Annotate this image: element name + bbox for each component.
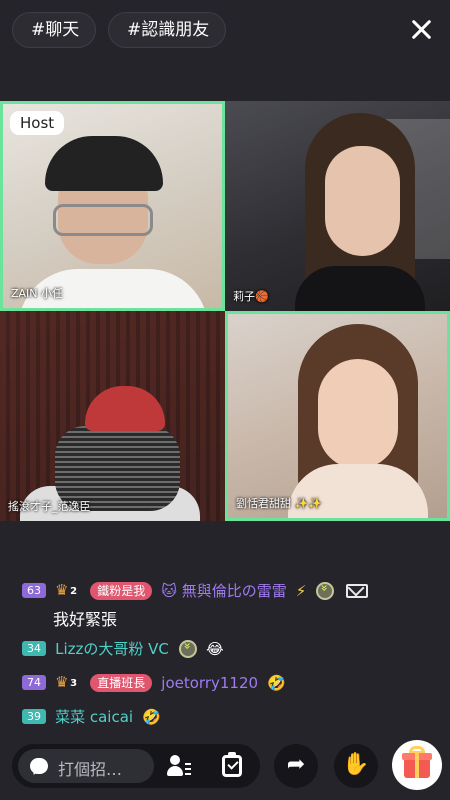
level-badge: 39 bbox=[22, 709, 46, 724]
participant-figure bbox=[295, 266, 425, 311]
video-tile[interactable]: 劉恬君甜甜 ✨✨ bbox=[225, 311, 450, 521]
tag-chat[interactable]: #聊天 bbox=[12, 12, 96, 48]
crown-icon: ♛ 3 bbox=[55, 672, 78, 691]
rofl-emoji-icon: 🤣 bbox=[142, 707, 161, 726]
input-toolbar: 打個招… bbox=[12, 744, 260, 788]
chat-input[interactable]: 打個招… bbox=[18, 749, 154, 783]
share-icon: ➦ bbox=[286, 752, 306, 777]
raise-hand-button[interactable]: ✋ bbox=[334, 744, 378, 788]
video-tile[interactable]: 搖滾才子_范逸臣 bbox=[0, 311, 225, 521]
chat-text: 我好緊張 bbox=[53, 610, 118, 629]
video-tile[interactable]: 莉子🏀 bbox=[225, 101, 450, 311]
vip-badge-icon bbox=[178, 639, 197, 658]
gift-icon bbox=[415, 753, 419, 778]
envelope-icon bbox=[345, 583, 368, 598]
bottom-bar: 打個招… ➦ ✋ bbox=[0, 740, 450, 800]
participant-name: 莉子🏀 bbox=[233, 290, 269, 303]
lightning-icon: ⚡ bbox=[295, 581, 307, 600]
video-grid: Host ZAIN 小任 莉子🏀 搖滾才子_范逸臣 劉恬君甜甜 ✨✨ bbox=[0, 101, 450, 521]
participant-name: 搖滾才子_范逸臣 bbox=[8, 500, 91, 513]
participant-figure bbox=[288, 464, 428, 518]
audience-list-icon[interactable] bbox=[167, 755, 191, 777]
fan-badge: 直播班長 bbox=[90, 673, 153, 692]
chat-username[interactable]: joetorry1120 bbox=[161, 674, 258, 692]
participant-name: ZAIN 小任 bbox=[11, 287, 64, 300]
chat-message: 39 菜菜 caicai 🤣 bbox=[22, 706, 161, 728]
chat-username[interactable]: 菜菜 caicai bbox=[55, 706, 133, 727]
host-badge: Host bbox=[10, 111, 65, 135]
participant-figure bbox=[325, 146, 400, 256]
chat-username[interactable]: 🐱 無與倫比の雷雷 bbox=[161, 580, 286, 601]
participant-figure bbox=[318, 359, 398, 469]
chat-message: 74 ♛ 3 直播班長 joetorry1120 🤣 bbox=[22, 672, 286, 694]
hand-icon: ✋ bbox=[342, 752, 370, 777]
chat-bubble-icon bbox=[30, 758, 48, 774]
level-badge: 74 bbox=[22, 675, 46, 690]
share-button[interactable]: ➦ bbox=[274, 744, 318, 788]
chat-message: 34 Lizzの大哥粉 VC 😂 bbox=[22, 638, 224, 660]
top-bar: #聊天 #認識朋友 bbox=[0, 0, 450, 60]
participant-figure bbox=[53, 204, 153, 236]
participant-figure bbox=[45, 136, 163, 191]
gift-button[interactable] bbox=[392, 740, 442, 790]
chat-input-placeholder: 打個招… bbox=[58, 760, 123, 779]
tag-make-friends[interactable]: #認識朋友 bbox=[108, 12, 226, 48]
level-badge: 34 bbox=[22, 641, 46, 656]
laugh-emoji-icon: 😂 bbox=[206, 639, 224, 658]
rofl-emoji-icon: 🤣 bbox=[267, 673, 286, 692]
fan-badge: 鐵粉是我 bbox=[90, 581, 153, 600]
level-badge: 63 bbox=[22, 583, 46, 598]
participant-name: 劉恬君甜甜 ✨✨ bbox=[236, 497, 322, 510]
video-tile-host[interactable]: Host ZAIN 小任 bbox=[0, 101, 225, 311]
crown-icon: ♛ 2 bbox=[55, 580, 78, 599]
chat-message: 63 ♛2 鐵粉是我 🐱 無與倫比の雷雷 ⚡ 我好緊張 bbox=[22, 580, 368, 629]
vip-badge-icon bbox=[316, 581, 335, 600]
task-clipboard-icon[interactable] bbox=[222, 752, 242, 777]
close-icon[interactable] bbox=[410, 18, 432, 40]
chat-username[interactable]: Lizzの大哥粉 VC bbox=[55, 638, 169, 659]
